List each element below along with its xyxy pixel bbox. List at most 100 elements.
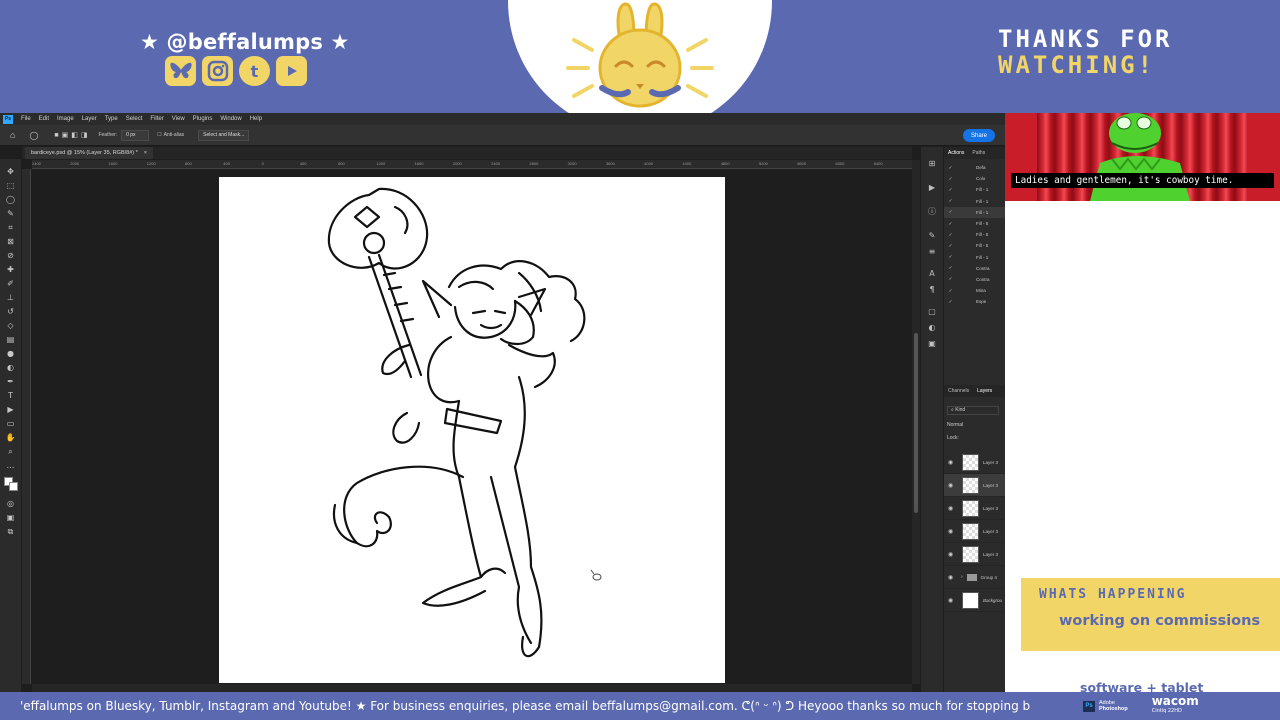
- layer-row[interactable]: ◉ Layer 3: [944, 543, 1005, 566]
- adjustments-icon[interactable]: ≡: [927, 247, 937, 256]
- action-row[interactable]: ✓ Fill - 5: [944, 218, 1005, 229]
- whats-happening-title: WHATS HAPPENING: [1039, 587, 1187, 602]
- ticker-text: ꞌeffalumps on Bluesky, Tumblr, Instagram…: [20, 699, 1031, 713]
- eye-icon[interactable]: ◉: [948, 574, 958, 581]
- artboard-canvas[interactable]: [219, 177, 725, 683]
- layer-row[interactable]: ◉ Layer 3: [944, 451, 1005, 474]
- action-row[interactable]: ✓ Colo: [944, 173, 1005, 184]
- action-row[interactable]: ✓ Espe: [944, 296, 1005, 307]
- brush-tool-icon[interactable]: ✐: [5, 279, 16, 288]
- color-swatches[interactable]: [4, 477, 18, 491]
- bluesky-icon: [165, 56, 196, 86]
- frame-mode-icon[interactable]: ⧉: [5, 527, 16, 536]
- type-tool-icon[interactable]: T: [5, 391, 16, 400]
- menu-window[interactable]: Window: [216, 116, 245, 122]
- action-row[interactable]: ✓ Defa: [944, 162, 1005, 173]
- menu-edit[interactable]: Edit: [35, 116, 53, 122]
- menu-image[interactable]: Image: [53, 116, 78, 122]
- menu-help[interactable]: Help: [246, 116, 266, 122]
- frame-tool-icon[interactable]: ⊠: [5, 237, 16, 246]
- action-row[interactable]: ✓ Fill - 5: [944, 240, 1005, 251]
- tab-actions[interactable]: Actions: [944, 150, 968, 156]
- close-tab-icon[interactable]: ×: [144, 150, 147, 156]
- move-tool-icon[interactable]: ✥: [5, 167, 16, 176]
- quick-select-tool-icon[interactable]: ✎: [5, 209, 16, 218]
- eye-icon[interactable]: ◉: [948, 551, 958, 558]
- gradient-tool-icon[interactable]: ▤: [5, 335, 16, 344]
- eraser-tool-icon[interactable]: ◇: [5, 321, 16, 330]
- more-tools-icon[interactable]: …: [5, 461, 16, 470]
- background-layer-row[interactable]: ◉ Backgrou: [944, 589, 1005, 612]
- lasso-tool-icon[interactable]: ◯: [5, 195, 16, 204]
- chevron-right-icon[interactable]: ›: [961, 574, 963, 580]
- history-brush-icon[interactable]: ↺: [5, 307, 16, 316]
- eye-icon[interactable]: ◉: [948, 597, 958, 604]
- action-row[interactable]: ✓ Fill - 5: [944, 229, 1005, 240]
- libraries-icon[interactable]: ▢: [927, 307, 937, 316]
- horizontal-scrollbar[interactable]: [32, 684, 912, 692]
- dodge-tool-icon[interactable]: ◐: [5, 363, 16, 372]
- eye-icon[interactable]: ◉: [948, 482, 958, 489]
- tab-channels[interactable]: Channels: [944, 388, 973, 394]
- check-icon: ✓: [948, 164, 953, 170]
- menu-view[interactable]: View: [168, 116, 189, 122]
- hand-tool-icon[interactable]: ✋: [5, 433, 16, 442]
- shape-tool-icon[interactable]: ▭: [5, 419, 16, 428]
- character-icon[interactable]: A: [927, 269, 937, 278]
- document-tab-bar: bardiceye.psd @ 15% (Layer 35, RGB/8#) *…: [22, 147, 912, 159]
- layer-row[interactable]: ◉ Layer 3: [944, 497, 1005, 520]
- layer-row[interactable]: ◉ Layer 3: [944, 520, 1005, 543]
- share-button[interactable]: Share: [962, 129, 995, 142]
- action-row[interactable]: ✓ Contra: [944, 274, 1005, 285]
- eyedropper-tool-icon[interactable]: ⊘: [5, 251, 16, 260]
- eye-icon[interactable]: ◉: [948, 528, 958, 535]
- menu-plugins[interactable]: Plugins: [189, 116, 217, 122]
- action-row[interactable]: ✓ Fill - 1: [944, 206, 1005, 218]
- selection-mode-icons[interactable]: ■▣◧◨: [54, 131, 90, 139]
- brushes-icon[interactable]: ✎: [927, 231, 937, 240]
- action-row[interactable]: ✓ Fill - 1: [944, 196, 1005, 207]
- healing-tool-icon[interactable]: ✚: [5, 265, 16, 274]
- pen-tool-icon[interactable]: ✒: [5, 377, 16, 386]
- select-and-mask-button[interactable]: Select and Mask...: [198, 129, 250, 141]
- antialias-checkbox[interactable]: ☐: [157, 132, 161, 138]
- eye-icon[interactable]: ◉: [948, 505, 958, 512]
- blur-tool-icon[interactable]: ●: [5, 349, 16, 358]
- menu-select[interactable]: Select: [122, 116, 147, 122]
- tab-layers[interactable]: Layers: [973, 388, 996, 394]
- lasso-tool-icon[interactable]: ◯: [29, 131, 38, 140]
- history-icon[interactable]: ⊞: [927, 159, 937, 168]
- screen-mode-icon[interactable]: ▣: [5, 513, 16, 522]
- actions-icon[interactable]: ▶: [927, 183, 937, 192]
- menu-file[interactable]: File: [17, 116, 35, 122]
- layer-group-row[interactable]: ◉ › Group 4: [944, 566, 1005, 589]
- action-row[interactable]: ✓ Mina: [944, 285, 1005, 296]
- eye-icon[interactable]: ◉: [948, 459, 958, 466]
- menu-type[interactable]: Type: [101, 116, 122, 122]
- zoom-tool-icon[interactable]: ⌕: [5, 447, 16, 456]
- menu-filter[interactable]: Filter: [146, 116, 167, 122]
- action-row[interactable]: ✓ Fill - 1: [944, 184, 1005, 195]
- vertical-scrollbar-thumb[interactable]: [914, 333, 918, 513]
- color-icon[interactable]: ◐: [927, 323, 937, 332]
- feather-input[interactable]: 0 px: [121, 129, 150, 141]
- menu-layer[interactable]: Layer: [78, 116, 101, 122]
- path-select-icon[interactable]: ▶: [5, 405, 16, 414]
- action-row[interactable]: ✓ Fill - 1: [944, 252, 1005, 263]
- info-icon[interactable]: ⓘ: [927, 207, 937, 216]
- document-tab[interactable]: bardiceye.psd @ 15% (Layer 35, RGB/8#) *…: [25, 147, 153, 159]
- blend-mode-select[interactable]: Normal: [947, 422, 975, 430]
- layer-filter[interactable]: ⌕ Kind: [947, 406, 999, 415]
- layer-row[interactable]: ◉ Layer 3: [944, 474, 1005, 497]
- tab-paths[interactable]: Paths: [968, 150, 989, 156]
- ruler-tick-label: 6400: [873, 161, 883, 166]
- action-row[interactable]: ✓ Contra: [944, 263, 1005, 274]
- paragraph-icon[interactable]: ¶: [927, 285, 937, 294]
- properties-icon[interactable]: ▣: [927, 339, 937, 348]
- home-icon[interactable]: ⌂: [10, 130, 15, 140]
- layer-thumbnail: [962, 545, 979, 563]
- stamp-tool-icon[interactable]: ⊥: [5, 293, 16, 302]
- quick-mask-icon[interactable]: ◎: [5, 499, 16, 508]
- marquee-tool-icon[interactable]: ⬚: [5, 181, 16, 190]
- crop-tool-icon[interactable]: ⌗: [5, 223, 16, 232]
